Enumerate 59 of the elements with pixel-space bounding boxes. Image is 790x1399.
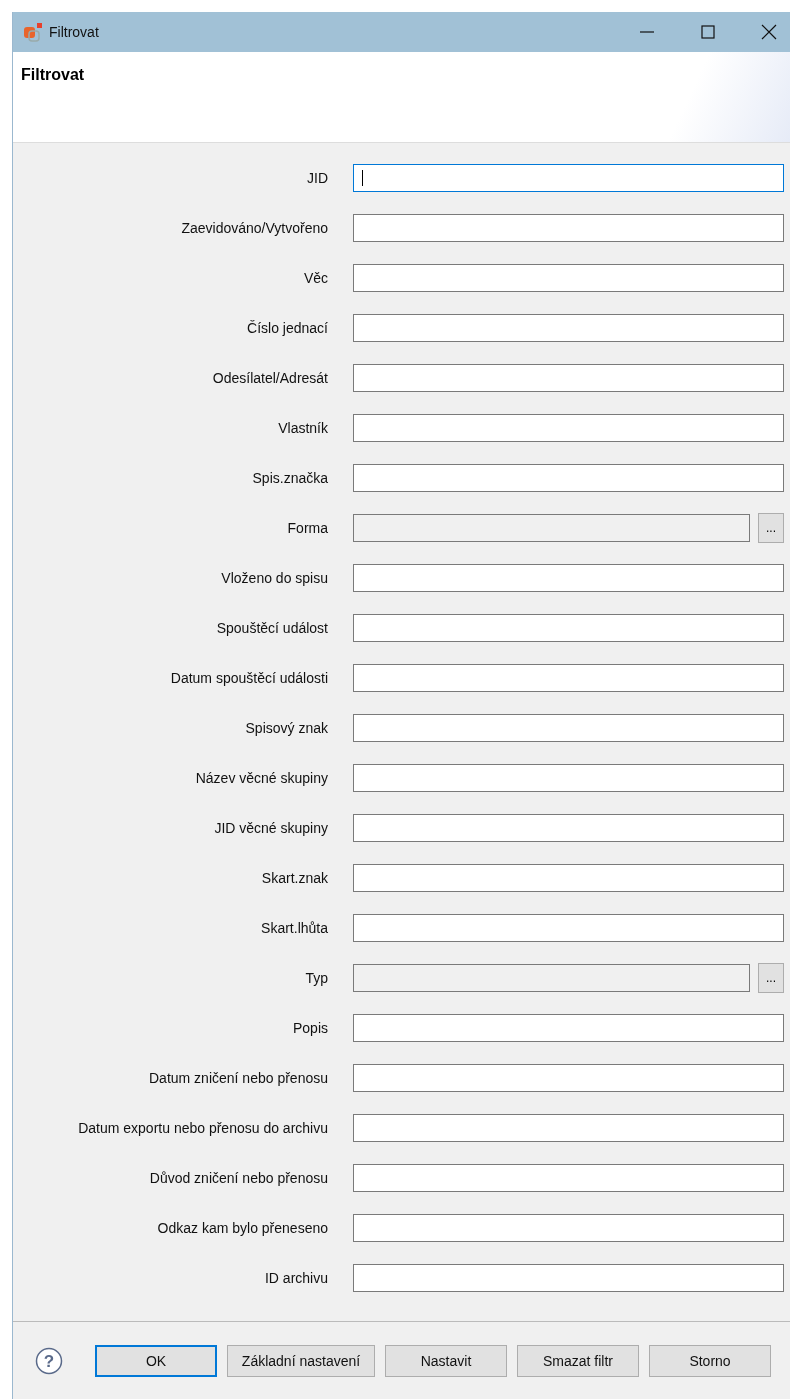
field-label: Skart.lhůta [260,920,328,936]
browse-button[interactable]: ... [758,962,784,993]
input-field[interactable] [353,1114,784,1142]
dialog-button[interactable]: Základní nastavení [227,1344,375,1377]
close-icon[interactable] [761,24,777,40]
field-label: ID archivu [263,1270,328,1286]
field-label: Odesílatel/Adresát [211,370,328,386]
field-label: Datum zničení nebo přenosu [148,1070,328,1086]
input-field[interactable] [353,214,784,242]
field-label: Zaevidováno/Vytvořeno [180,220,328,236]
input-field[interactable] [353,963,750,992]
field-label: Forma [286,520,328,536]
input-field[interactable] [353,814,784,842]
dialog-button[interactable]: Storno [649,1344,771,1377]
field-label: Spisový znak [244,720,328,736]
browse-button[interactable]: ... [758,512,784,543]
field-label: Typ [304,970,328,986]
input-field[interactable] [353,1264,784,1292]
field-label: Skart.znak [260,870,328,886]
field-label: Datum exportu nebo přenosu do archivu [77,1120,328,1136]
input-field[interactable] [353,664,784,692]
input-field[interactable] [353,764,784,792]
field-label: Datum spouštěcí události [169,670,328,686]
field-label: Důvod zničení nebo přenosu [148,1170,328,1186]
app-icon [23,22,43,42]
field-label: Odkaz kam bylo přeneseno [156,1220,328,1236]
field-label: JID [306,170,328,186]
input-field[interactable] [353,164,784,192]
input-field[interactable] [353,614,784,642]
dialog-button[interactable]: Nastavit [385,1344,507,1377]
input-field[interactable] [353,864,784,892]
field-label: Spouštěcí událost [215,620,328,636]
window-title: Filtrovat [49,24,99,40]
field-label: Spis.značka [251,470,328,486]
input-field[interactable] [353,1214,784,1242]
dialog-button[interactable]: OK [95,1344,217,1377]
input-field[interactable] [353,714,784,742]
input-field[interactable] [353,564,784,592]
help-icon[interactable]: ? [35,1346,63,1375]
input-field[interactable] [353,414,784,442]
input-field[interactable] [353,364,784,392]
field-label: Popis [291,1020,328,1036]
field-label: Vlastník [277,420,328,436]
field-label: Věc [302,270,328,286]
maximize-icon[interactable] [701,25,715,39]
field-label: JID věcné skupiny [213,820,328,836]
field-label: Název věcné skupiny [194,770,328,786]
input-field[interactable] [353,513,750,542]
dialog-title: Filtrovat [21,66,85,83]
input-field[interactable] [353,464,784,492]
input-field[interactable] [353,1164,784,1192]
input-field[interactable] [353,1064,784,1092]
input-field[interactable] [353,264,784,292]
input-field[interactable] [353,314,784,342]
field-label: Číslo jednací [246,320,328,336]
dialog-button[interactable]: Smazat filtr [517,1344,639,1377]
field-label: Vloženo do spisu [220,570,328,586]
input-field[interactable] [353,1014,784,1042]
input-field[interactable] [353,914,784,942]
